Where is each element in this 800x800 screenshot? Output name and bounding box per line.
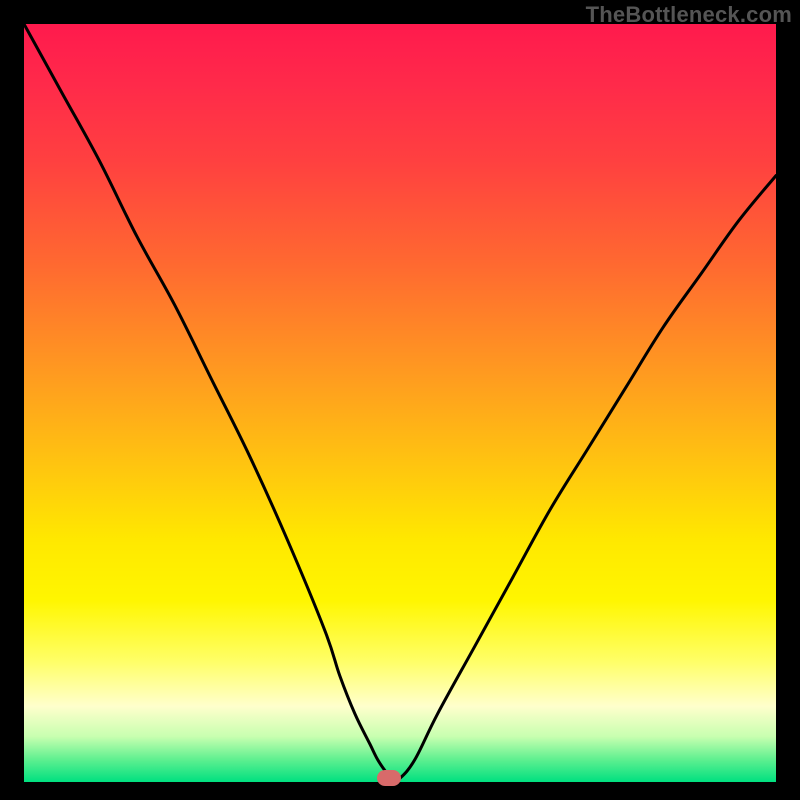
plot-area: [24, 24, 776, 782]
curve-svg: [24, 24, 776, 782]
chart-frame: TheBottleneck.com: [0, 0, 800, 800]
optimal-marker: [377, 770, 401, 786]
bottleneck-curve: [24, 24, 776, 781]
